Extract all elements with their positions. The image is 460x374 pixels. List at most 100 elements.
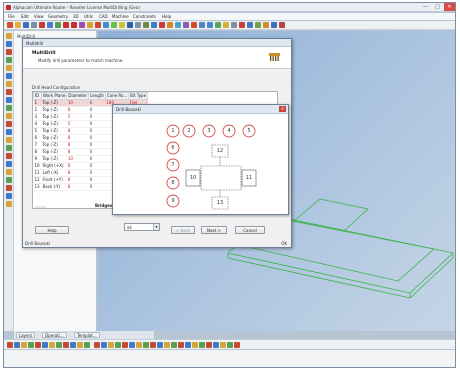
view-top-icon[interactable] <box>199 22 205 28</box>
ellipse-tool-icon[interactable] <box>6 185 12 191</box>
chamfer-tool-icon[interactable] <box>6 97 12 103</box>
trim-icon[interactable] <box>279 22 285 28</box>
menu-3d[interactable]: 3D <box>73 14 79 19</box>
hatch-tool-icon[interactable] <box>6 169 12 175</box>
dimension-tool-icon[interactable] <box>6 161 12 167</box>
snap-near-icon[interactable] <box>28 342 34 348</box>
cell-diameter[interactable]: 10 <box>66 155 89 163</box>
grid-icon[interactable] <box>231 22 237 28</box>
nest-tool-icon[interactable] <box>6 201 12 207</box>
view-right-icon[interactable] <box>115 342 121 348</box>
zoom-window-icon[interactable] <box>6 49 12 55</box>
polar-icon[interactable] <box>70 342 76 348</box>
extend-tool-icon[interactable] <box>6 105 12 111</box>
drill-head-2[interactable]: 2 <box>182 124 196 138</box>
cell-length[interactable]: 0 <box>88 141 106 149</box>
cell-work-plane[interactable]: Top (-Z) <box>41 155 67 163</box>
zoom-all-icon[interactable] <box>6 57 12 63</box>
snap-mid-icon[interactable] <box>14 342 20 348</box>
clip-icon[interactable] <box>213 342 219 348</box>
cell-length[interactable]: 0 <box>88 99 106 107</box>
cell-diameter[interactable]: 8 <box>66 141 89 149</box>
drill-combo-select[interactable]: ok ▾ <box>124 223 160 231</box>
drill-head-8[interactable]: 8 <box>166 176 180 190</box>
spline-tool-icon[interactable] <box>6 177 12 183</box>
light-icon[interactable] <box>185 342 191 348</box>
rough-icon[interactable] <box>167 22 173 28</box>
osnap-icon[interactable] <box>77 342 83 348</box>
col-cone[interactable]: Cone Ro... <box>104 92 130 100</box>
otrack-icon[interactable] <box>84 342 90 348</box>
view-front-icon[interactable] <box>94 342 100 348</box>
cell-diameter[interactable]: 8 <box>66 169 89 177</box>
cell-length[interactable]: 0 <box>88 162 106 170</box>
section-icon[interactable] <box>206 342 212 348</box>
circle-icon[interactable] <box>103 22 109 28</box>
camera-icon[interactable] <box>178 342 184 348</box>
cell-diameter[interactable]: 10 <box>66 99 89 107</box>
cell-length[interactable]: 0 <box>88 155 106 163</box>
arc-icon[interactable] <box>95 22 101 28</box>
undo-icon[interactable] <box>63 22 69 28</box>
snap-grid-icon[interactable] <box>56 342 62 348</box>
cell-work-plane[interactable]: Right (+X) <box>41 162 67 170</box>
cell-work-plane[interactable]: Top (-Z) <box>41 113 67 121</box>
regen-icon[interactable] <box>150 342 156 348</box>
cell-work-plane[interactable]: Top (-Z) <box>41 99 67 107</box>
cell-work-plane[interactable]: Top (-Z) <box>41 141 67 149</box>
export-icon[interactable] <box>220 342 226 348</box>
cell-work-plane[interactable]: Top (-Z) <box>41 148 67 156</box>
cell-diameter[interactable]: 5 <box>66 120 89 128</box>
close-button[interactable]: ✕ <box>444 3 455 11</box>
view-top2-icon[interactable] <box>129 342 135 348</box>
snap-tan-icon[interactable] <box>49 342 55 348</box>
cell-length[interactable]: 0 <box>88 176 106 184</box>
redo-icon[interactable] <box>71 22 77 28</box>
cell-diameter[interactable]: 8 <box>66 162 89 170</box>
text-icon[interactable] <box>127 22 133 28</box>
erase-tool-icon[interactable] <box>6 153 12 159</box>
menu-file[interactable]: File <box>8 14 15 19</box>
cell-length[interactable]: 0 <box>88 106 106 114</box>
cell-diameter[interactable]: 8 <box>66 127 89 135</box>
tab-operations[interactable]: Operati... <box>42 332 67 338</box>
redraw-icon[interactable] <box>143 342 149 348</box>
zoom-icon[interactable] <box>135 22 141 28</box>
break-tool-icon[interactable] <box>6 113 12 119</box>
scale-tool-icon[interactable] <box>6 129 12 135</box>
minimize-button[interactable]: — <box>420 3 431 11</box>
col-work-plane[interactable]: Work Plane <box>40 92 68 100</box>
cell-diameter[interactable]: 8 <box>66 148 89 156</box>
view-back-icon[interactable] <box>101 342 107 348</box>
rotate-icon[interactable] <box>247 22 253 28</box>
post-icon[interactable] <box>191 22 197 28</box>
mirror-icon[interactable] <box>255 22 261 28</box>
bridges-label[interactable]: Bridges <box>95 203 112 208</box>
copy-icon[interactable] <box>47 22 53 28</box>
cell-length[interactable]: 0 <box>88 127 106 135</box>
chevron-down-icon[interactable]: ▾ <box>153 224 159 230</box>
cell-length[interactable]: 0 <box>88 183 106 191</box>
menu-machine[interactable]: Machine <box>112 14 129 19</box>
pan-icon[interactable] <box>6 41 12 47</box>
drill-head-6[interactable]: 6 <box>166 141 180 155</box>
tool-icon[interactable] <box>159 22 165 28</box>
col-bit-type[interactable]: Bit Type <box>128 92 149 100</box>
fillet-tool-icon[interactable] <box>6 89 12 95</box>
layer-tool-icon[interactable] <box>6 65 12 71</box>
cell-length[interactable]: 0 <box>88 148 106 156</box>
offset-icon[interactable] <box>271 22 277 28</box>
back-button[interactable]: < Back <box>171 226 195 234</box>
cell-work-plane[interactable]: Back (-Y) <box>41 183 67 191</box>
cell-work-plane[interactable]: Top (-Z) <box>41 134 67 142</box>
menu-view[interactable]: View <box>34 14 44 19</box>
view-left-icon[interactable] <box>108 342 114 348</box>
ortho-icon[interactable] <box>63 342 69 348</box>
cancel-button[interactable]: Cancel <box>235 226 265 234</box>
cell-diameter[interactable]: 5 <box>66 113 89 121</box>
drill-head-1[interactable]: 1 <box>166 124 180 138</box>
macro-icon[interactable] <box>234 342 240 348</box>
next-button[interactable]: Next > <box>201 226 227 234</box>
menu-utils[interactable]: Utils <box>84 14 93 19</box>
copy-tool-icon[interactable] <box>6 145 12 151</box>
